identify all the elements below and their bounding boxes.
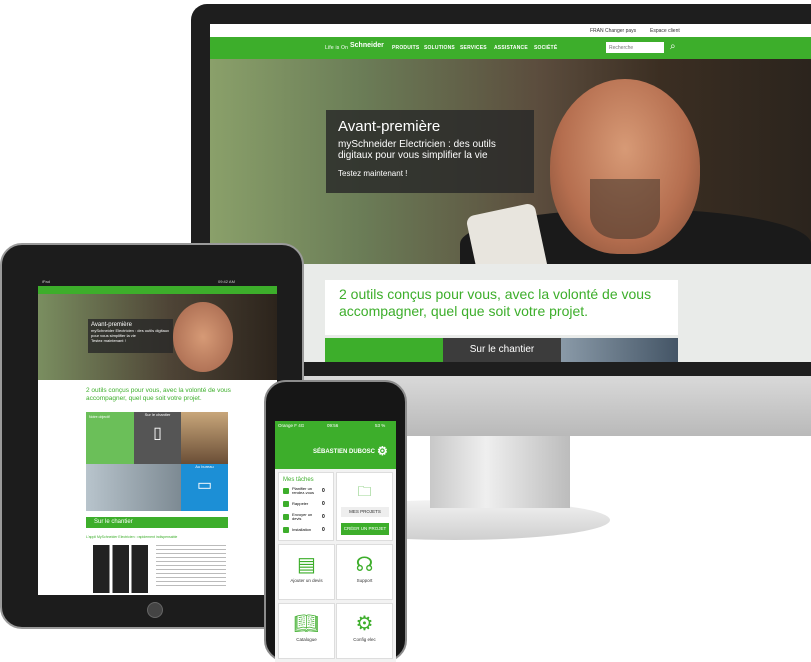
tasks-card[interactable]: Mes tâches Planifier un rendez-vous 0 Rap…: [278, 472, 334, 541]
document-icon: ▤: [297, 554, 316, 576]
hero-person-beard: [590, 179, 660, 239]
task-row[interactable]: Envoyer un devis 0: [283, 512, 333, 522]
mes-projets-button[interactable]: MES PROJETS: [341, 507, 389, 517]
nav-societe[interactable]: SOCIÉTÉ: [534, 45, 557, 51]
tablet-chantier-label: Sur le chantier: [144, 412, 171, 417]
tasks-heading: Mes tâches: [283, 477, 314, 483]
hero-phone-image: [465, 202, 549, 264]
book-icon: 📖︎: [293, 613, 320, 635]
tablet-tile-chantier[interactable]: Sur le chantier ▯: [134, 412, 181, 464]
task-count: 0: [322, 527, 325, 533]
tagline: Life is On: [325, 45, 349, 51]
hero-cta-link[interactable]: Testez maintenant !: [338, 169, 522, 178]
tablet-screen: iPad 09:42 AM Avant-première mySchneider…: [38, 277, 277, 595]
task-label: Envoyer un devis: [292, 511, 313, 521]
headset-icon: ☊: [355, 554, 374, 576]
nav-solutions[interactable]: SOLUTIONS: [424, 45, 455, 51]
tablet-section-bar[interactable]: Sur le chantier: [86, 517, 228, 528]
task-count: 0: [322, 514, 325, 520]
phone-screen: Orange F 4G 09:56 53 % SÉBASTIEN DUBOSC …: [275, 421, 396, 662]
tile-sur-le-chantier[interactable]: Sur le chantier: [443, 338, 561, 362]
tile-label: Config elec: [353, 637, 376, 642]
tablet-clock: 09:42 AM: [218, 279, 235, 284]
tile-ajouter-devis[interactable]: ▤ Ajouter un devis: [278, 544, 335, 600]
account-link[interactable]: Espace client: [650, 28, 680, 34]
tablet-device-label: iPad: [42, 279, 51, 284]
gear-icon[interactable]: ⚙: [377, 444, 388, 458]
phone-header: SÉBASTIEN DUBOSC ⚙: [275, 430, 396, 469]
task-icon: [283, 501, 289, 507]
task-label: Installation: [292, 526, 312, 532]
main-navbar: Life is On Schneider PRODUITS SOLUTIONS …: [210, 37, 811, 59]
task-count: 0: [322, 501, 325, 507]
tile-label: Catalogue: [296, 637, 317, 642]
search-icon[interactable]: ⌕: [670, 41, 676, 53]
task-row[interactable]: Installation 0: [283, 525, 333, 535]
tablet-hero-face: [173, 302, 233, 372]
tile-photo[interactable]: [561, 338, 678, 362]
hero-subtitle: mySchneider Electricien : des outils dig…: [338, 139, 496, 161]
task-count: 0: [322, 488, 325, 494]
tablet-status-bar: iPad 09:42 AM: [38, 277, 277, 286]
tablet-hero-subtitle: mySchneider Electricien : des outils dig…: [91, 328, 170, 338]
phone-carrier: Orange F 4G: [278, 423, 305, 428]
task-row[interactable]: Rappeler 0: [283, 499, 333, 509]
folder-icon: 🗀: [357, 483, 372, 499]
tablet-navbar[interactable]: [38, 286, 277, 294]
nav-produits[interactable]: PRODUITS: [392, 45, 419, 51]
search-input[interactable]: [606, 42, 664, 53]
task-row[interactable]: Planifier un rendez-vous 0: [283, 486, 333, 496]
top-utility-bar: FRAN Changer pays Espace client: [210, 24, 811, 37]
tile-label: Support: [356, 578, 373, 583]
tablet-phone-icon: ▯: [153, 425, 162, 442]
monitor-stand: [430, 436, 570, 508]
nav-assistance[interactable]: ASSISTANCE: [494, 45, 528, 51]
tile-support[interactable]: ☊ Support: [336, 544, 393, 600]
tile-config-elec[interactable]: ⚙ Config elec: [336, 603, 393, 659]
tablet-tile-photo-van[interactable]: [86, 464, 181, 511]
hero-title: Avant-première: [338, 118, 441, 135]
tablet-home-button[interactable]: [147, 602, 163, 618]
tablet-bureau-label: Au bureau: [195, 464, 214, 469]
tile-catalogue[interactable]: 📖︎ Catalogue: [278, 603, 335, 659]
task-label: Rappeler: [292, 500, 309, 506]
tablet-hero-overlay: Avant-première mySchneider Electricien :…: [88, 319, 173, 353]
tile-label: Ajouter un devis: [290, 578, 323, 583]
task-icon: [283, 527, 289, 533]
change-country-link[interactable]: FRAN Changer pays: [590, 28, 636, 34]
tablet-tile-objectif[interactable]: Notre objectif: [86, 412, 134, 464]
projects-card: 🗀 MES PROJETS CRÉER UN PROJET: [336, 472, 393, 541]
tablet-hero: Avant-première mySchneider Electricien :…: [38, 294, 277, 380]
tablet-app-title[interactable]: L'appli MySchneider Electricien : rapide…: [86, 535, 228, 539]
tablet-body-text: [156, 545, 226, 589]
task-icon: [283, 488, 289, 494]
intro-text: 2 outils conçus pour vous, avec la volon…: [325, 280, 678, 335]
hero-overlay: Avant-première mySchneider Electricien :…: [326, 110, 534, 193]
schneider-logo[interactable]: Schneider: [350, 42, 384, 49]
phone-battery: 53 %: [375, 423, 386, 428]
phone-user-name: SÉBASTIEN DUBOSC: [313, 449, 376, 455]
creer-projet-button[interactable]: CRÉER UN PROJET: [341, 523, 389, 535]
monitor-icon: ▭: [196, 477, 213, 494]
task-label: Planifier un rendez-vous: [292, 485, 315, 495]
phone-clock: 09:56: [327, 423, 339, 428]
tablet-hero-cta[interactable]: Testez maintenant !: [91, 338, 170, 343]
tile-green[interactable]: [325, 338, 443, 362]
tablet-objectif-title: Notre objectif: [89, 415, 110, 419]
tablet-intro-text: 2 outils conçus pour vous, avec la volon…: [86, 387, 231, 402]
settings-icon: ⚙: [355, 613, 374, 635]
nav-services[interactable]: SERVICES: [460, 45, 487, 51]
tablet-phones-image: [93, 545, 148, 593]
tablet-tile-bureau[interactable]: Au bureau ▭: [181, 464, 228, 511]
tablet-tile-photo-worker[interactable]: [181, 412, 228, 464]
hero-banner: Avant-première mySchneider Electricien :…: [210, 59, 811, 264]
phone-status-bar: Orange F 4G 09:56 53 %: [275, 421, 396, 430]
task-icon: [283, 514, 289, 520]
